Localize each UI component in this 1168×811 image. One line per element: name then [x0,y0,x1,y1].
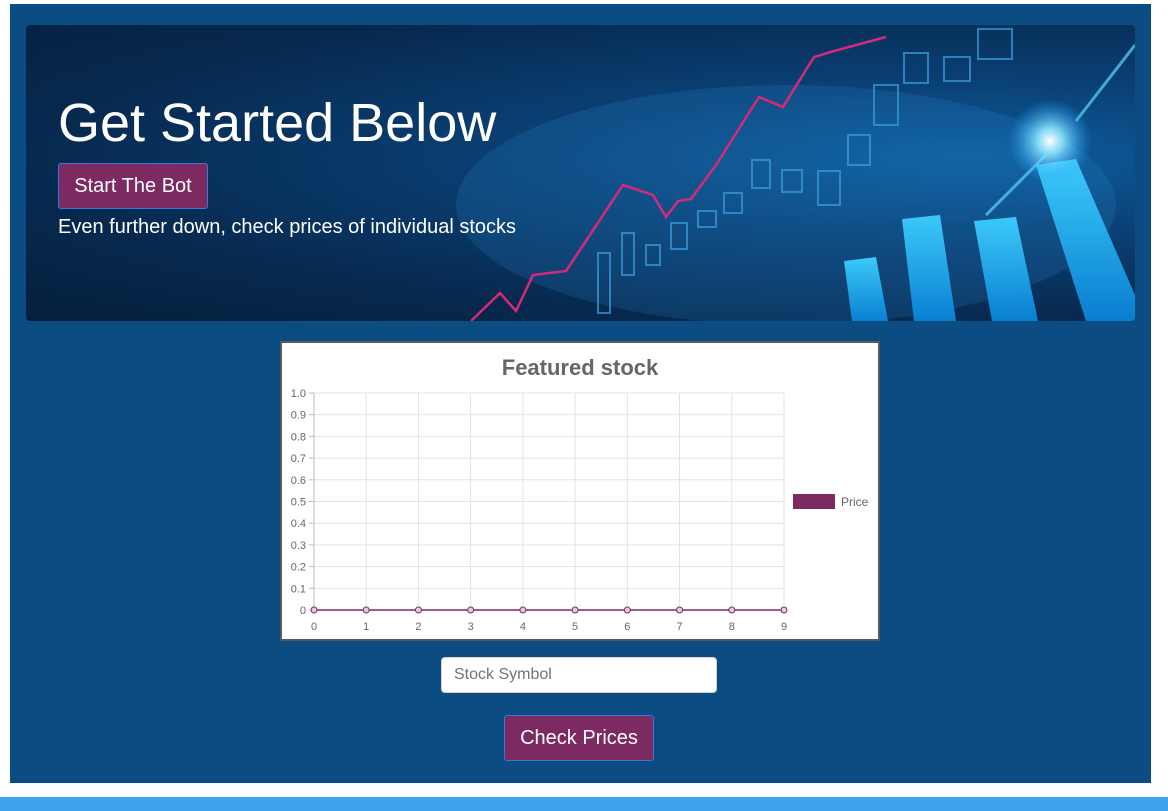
hero-banner: Get Started Below Start The Bot Even fur… [26,25,1135,321]
legend-label-price: Price [841,495,869,509]
y-tick-label: 0.5 [291,497,306,509]
x-tick-label: 7 [676,621,682,633]
data-point [467,606,475,614]
data-point [571,606,579,614]
hero-title: Get Started Below [58,93,497,153]
y-tick-label: 0.3 [291,540,306,552]
data-point [519,606,527,614]
y-tick-label: 0.1 [291,583,306,595]
hero-subtitle: Even further down, check prices of indiv… [58,216,516,238]
data-point [414,606,422,614]
y-tick-label: 1.0 [291,388,306,400]
chart-title: Featured stock [502,355,659,380]
data-point [362,606,370,614]
featured-stock-chart: Featured stock 0 0.1 0.2 0.3 0.4 0.5 0.6 0.7 0.8 0… [280,341,880,641]
legend-swatch-price [793,494,835,509]
y-tick-label: 0.7 [291,453,306,465]
x-tick-label: 3 [468,621,474,633]
x-tick-label: 5 [572,621,578,633]
data-point [623,606,631,614]
bottom-bar [0,797,1168,811]
page-container: Get Started Below Start The Bot Even fur… [10,4,1151,783]
x-tick-label: 6 [624,621,630,633]
x-tick-label: 0 [311,621,317,633]
data-point [676,606,684,614]
y-tick-label: 0.4 [291,518,306,530]
y-tick-label: 0.8 [291,431,306,443]
check-prices-button[interactable]: Check Prices [504,715,654,761]
y-tick-label: 0.6 [291,475,306,487]
y-tick-label: 0.2 [291,562,306,574]
x-tick-label: 4 [520,621,526,633]
x-tick-label: 8 [729,621,735,633]
y-tick-label: 0 [300,605,306,617]
start-bot-button[interactable]: Start The Bot [58,163,208,209]
chart-canvas: Featured stock 0 0.1 0.2 0.3 0.4 0.5 0.6 0.7 0.8 0… [291,355,869,633]
data-point [780,606,788,614]
x-tick-label: 9 [781,621,787,633]
x-tick-label: 1 [363,621,369,633]
data-point [728,606,736,614]
y-tick-label: 0.9 [291,410,306,422]
data-point [310,606,318,614]
x-tick-label: 2 [415,621,421,633]
stock-symbol-input[interactable] [441,657,717,693]
